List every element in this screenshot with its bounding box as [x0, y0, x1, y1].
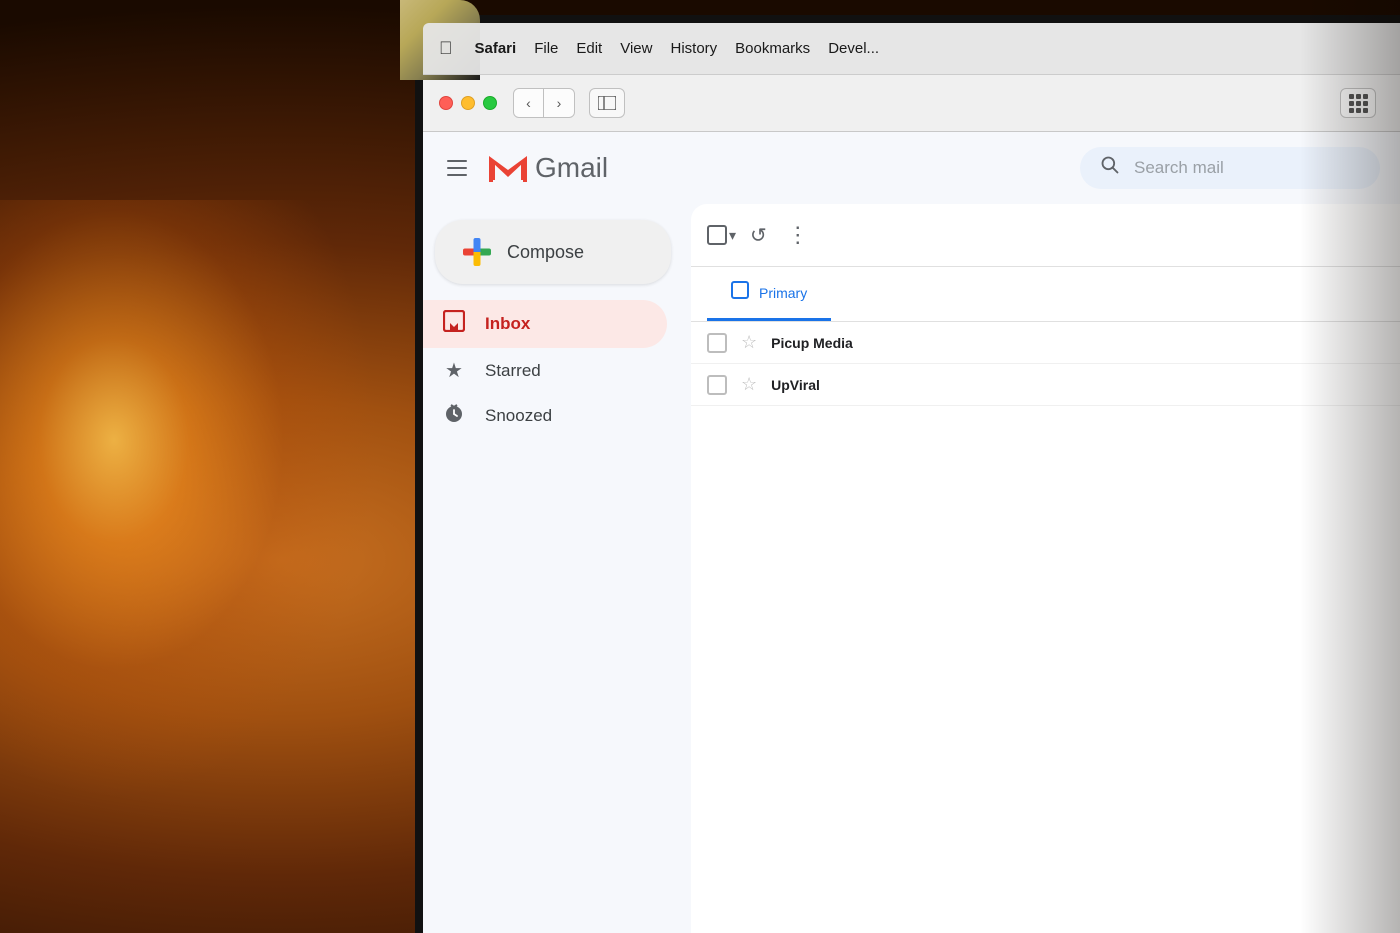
hamburger-menu-button[interactable]	[439, 152, 475, 184]
forward-arrow-icon: ›	[557, 95, 562, 111]
sidebar-item-inbox[interactable]: Inbox	[423, 300, 667, 348]
minimize-button[interactable]	[461, 96, 475, 110]
email-list: ☆ Picup Media ☆ UpViral	[691, 322, 1400, 933]
search-bar[interactable]: Search mail	[1080, 147, 1380, 189]
menubar-develop[interactable]: Devel...	[828, 40, 879, 57]
star-icon: ★	[441, 358, 467, 383]
select-all-checkbox[interactable]: ▾	[707, 225, 736, 245]
hamburger-line	[447, 174, 467, 176]
gmail-logo: Gmail	[487, 152, 608, 184]
menubar-history[interactable]: History	[670, 40, 717, 57]
starred-label: Starred	[485, 361, 541, 381]
gmail-sidebar: Compose Inbox	[423, 204, 683, 933]
background-lights	[0, 200, 380, 800]
screen-content:  Safari File Edit View History Bookmark…	[423, 23, 1400, 933]
close-button[interactable]	[439, 96, 453, 110]
sidebar-item-starred[interactable]: ★ Starred	[423, 348, 667, 393]
traffic-lights	[439, 96, 497, 110]
compose-label: Compose	[507, 242, 584, 263]
gmail-header: Gmail Search mail	[423, 132, 1400, 204]
gmail-area: Gmail Search mail	[423, 132, 1400, 933]
compose-button[interactable]: Compose	[435, 220, 671, 284]
nav-button-group: ‹ ›	[513, 88, 575, 118]
sidebar-icon	[598, 96, 616, 110]
menubar-safari[interactable]: Safari	[475, 40, 517, 57]
menubar-bookmarks[interactable]: Bookmarks	[735, 40, 810, 57]
safari-chrome: ‹ ›	[423, 75, 1400, 132]
gmail-text-label: Gmail	[535, 152, 608, 184]
email-checkbox[interactable]	[707, 333, 727, 353]
safari-toolbar: ‹ ›	[423, 75, 1400, 131]
screen-border:  Safari File Edit View History Bookmark…	[415, 15, 1400, 933]
back-arrow-icon: ‹	[526, 95, 531, 111]
email-star-1[interactable]: ☆	[741, 332, 757, 353]
macos-menubar:  Safari File Edit View History Bookmark…	[423, 23, 1400, 75]
grid-view-button[interactable]	[1340, 88, 1376, 118]
more-options-button[interactable]: ⋮	[781, 216, 816, 254]
back-button[interactable]: ‹	[514, 89, 544, 117]
search-svg-icon	[1100, 155, 1120, 175]
snoozed-clock-icon	[441, 403, 467, 429]
main-toolbar: ▾ ↺ ⋮	[691, 204, 1400, 267]
sidebar-toggle-button[interactable]	[589, 88, 625, 118]
macbook-frame:  Safari File Edit View History Bookmark…	[400, 0, 1400, 933]
menubar-view[interactable]: View	[620, 40, 652, 57]
forward-button[interactable]: ›	[544, 89, 574, 117]
hamburger-line	[447, 160, 467, 162]
search-icon	[1100, 155, 1120, 181]
inbox-icon	[441, 310, 467, 338]
menubar-edit[interactable]: Edit	[576, 40, 602, 57]
email-sender-2: UpViral	[771, 377, 971, 393]
gmail-tabs: Primary	[691, 267, 1400, 322]
email-item-1[interactable]: ☆ Picup Media	[691, 322, 1400, 364]
refresh-button[interactable]: ↺	[744, 217, 773, 254]
search-placeholder-text: Search mail	[1134, 158, 1224, 178]
hamburger-line	[447, 167, 467, 169]
compose-plus-vertical	[474, 238, 481, 266]
snoozed-label: Snoozed	[485, 406, 552, 426]
grid-dots-icon	[1349, 94, 1368, 113]
inbox-label: Inbox	[485, 314, 530, 334]
gmail-body: Compose Inbox	[423, 204, 1400, 933]
checkbox-box	[707, 225, 727, 245]
compose-plus-icon	[463, 238, 491, 266]
checkbox-dropdown-arrow: ▾	[729, 227, 736, 244]
email-star-2[interactable]: ☆	[741, 374, 757, 395]
primary-tab-label: Primary	[759, 285, 807, 301]
email-sender-1: Picup Media	[771, 335, 971, 351]
email-item-2[interactable]: ☆ UpViral	[691, 364, 1400, 406]
primary-tab-icon	[731, 281, 749, 304]
menubar-file[interactable]: File	[534, 40, 558, 57]
tab-primary[interactable]: Primary	[707, 267, 831, 321]
gmail-main: ▾ ↺ ⋮	[691, 204, 1400, 933]
gmail-m-logo	[487, 152, 529, 184]
fullscreen-button[interactable]	[483, 96, 497, 110]
apple-menu-icon[interactable]: 	[439, 38, 453, 59]
email-checkbox-2[interactable]	[707, 375, 727, 395]
sidebar-item-snoozed[interactable]: Snoozed	[423, 393, 667, 439]
